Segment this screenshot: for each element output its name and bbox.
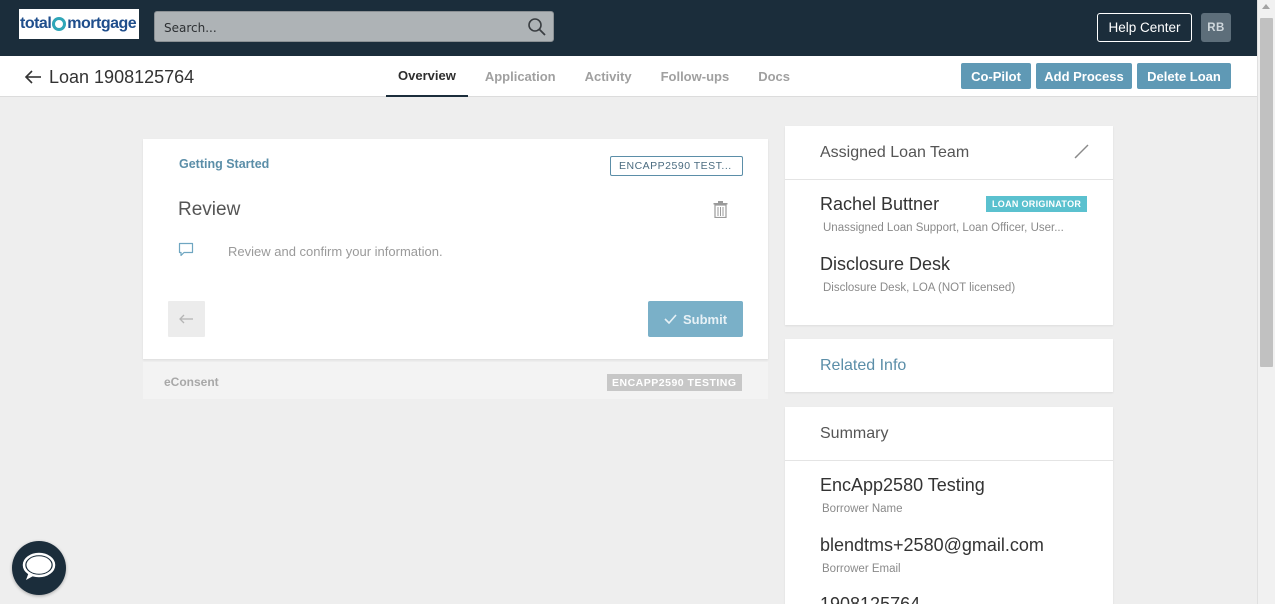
loan-subheader: Loan 1908125764 Overview Application Act… — [0, 56, 1257, 97]
task-section-label: Getting Started — [179, 157, 270, 171]
summary-value: 1908125764 — [820, 594, 921, 604]
submit-button[interactable]: Submit — [648, 301, 743, 337]
copilot-button[interactable]: Co-Pilot — [961, 63, 1031, 89]
tab-overview[interactable]: Overview — [386, 56, 468, 97]
task-title: Review — [178, 199, 241, 220]
task-description: Review and confirm your information. — [228, 244, 443, 259]
team-member-roles: Unassigned Loan Support, Loan Officer, U… — [823, 222, 1064, 234]
search-input[interactable] — [164, 19, 504, 36]
scrollbar-thumb[interactable] — [1260, 18, 1273, 367]
tab-application[interactable]: Application — [473, 56, 568, 97]
scroll-up-arrow-icon[interactable] — [1262, 4, 1270, 9]
logo-ring-icon — [52, 17, 67, 31]
delete-loan-button[interactable]: Delete Loan — [1137, 63, 1231, 89]
tab-follow-ups[interactable]: Follow-ups — [649, 56, 742, 97]
top-navbar: total mortgage Help Center RB — [0, 0, 1257, 56]
next-task-tag: ENCAPP2590 TESTING — [607, 374, 742, 391]
assigned-loan-team-panel: Assigned Loan Team Rachel Buttner LOAN O… — [785, 126, 1113, 325]
user-avatar[interactable]: RB — [1201, 13, 1231, 42]
team-member-name: Rachel Buttner — [820, 194, 940, 214]
tab-docs[interactable]: Docs — [746, 56, 802, 97]
related-info-title: Related Info — [820, 357, 907, 374]
chat-widget-button[interactable] — [12, 541, 66, 595]
help-center-button[interactable]: Help Center — [1097, 13, 1192, 42]
team-member-name: Disclosure Desk — [820, 254, 951, 274]
arrow-left-icon — [179, 314, 193, 324]
comment-icon[interactable] — [178, 242, 194, 258]
trash-icon[interactable] — [713, 201, 728, 218]
loan-title: Loan 1908125764 — [49, 67, 195, 87]
previous-task-button[interactable] — [168, 301, 205, 337]
total-mortgage-logo[interactable]: total mortgage — [19, 9, 139, 39]
related-info-panel[interactable]: Related Info — [785, 339, 1113, 392]
loan-originator-badge: LOAN ORIGINATOR — [986, 196, 1088, 212]
task-card: Getting Started ENCAPP2590 TEST... Revie… — [143, 139, 768, 359]
summary-label: Borrower Email — [822, 563, 901, 575]
search-icon[interactable] — [527, 17, 547, 37]
panel-title: Assigned Loan Team — [820, 144, 970, 161]
team-member-roles: Disclosure Desk, LOA (NOT licensed) — [823, 282, 1016, 294]
tab-activity[interactable]: Activity — [573, 56, 644, 97]
next-task-label: eConsent — [164, 375, 219, 389]
summary-label: Borrower Name — [822, 503, 903, 515]
add-process-button[interactable]: Add Process — [1036, 63, 1132, 89]
panel-title: Summary — [820, 425, 889, 442]
borrower-tag: ENCAPP2590 TEST... — [610, 156, 743, 176]
panel-header: Assigned Loan Team — [785, 126, 1113, 180]
summary-value: EncApp2580 Testing — [820, 475, 985, 495]
checkmark-icon — [664, 314, 677, 324]
page-scrollbar[interactable] — [1257, 0, 1275, 604]
summary-value: blendtms+2580@gmail.com — [820, 535, 1044, 555]
submit-label: Submit — [682, 311, 728, 327]
panel-header: Summary — [785, 407, 1113, 461]
chat-bubble-icon — [22, 552, 56, 580]
next-task-row[interactable]: eConsent ENCAPP2590 TESTING — [143, 362, 768, 399]
summary-panel: Summary EncApp2580 Testing Borrower Name… — [785, 407, 1113, 604]
pencil-icon[interactable] — [1074, 143, 1090, 159]
loan-tabs: Overview Application Activity Follow-ups… — [386, 56, 807, 97]
search-box — [154, 11, 554, 42]
back-arrow-icon[interactable] — [24, 69, 42, 85]
